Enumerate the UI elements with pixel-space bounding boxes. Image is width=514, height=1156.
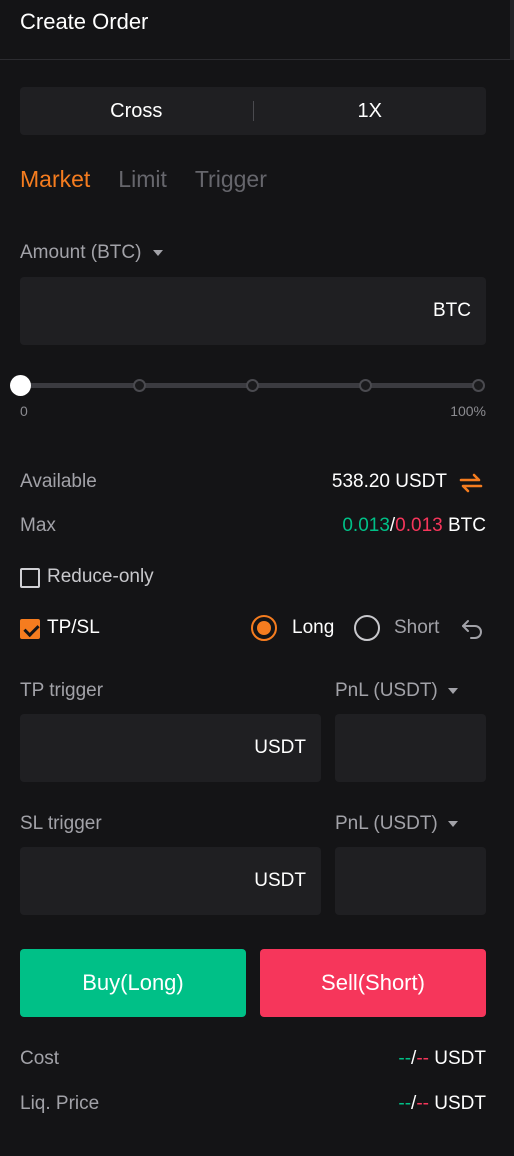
short-radio[interactable] xyxy=(354,615,380,641)
slider-mark-50[interactable] xyxy=(246,379,259,392)
margin-leverage-bar: Cross 1X xyxy=(20,87,486,135)
slider-max-label: 100% xyxy=(450,403,486,419)
max-label: Max xyxy=(20,515,56,536)
long-radio-label[interactable]: Long xyxy=(292,617,334,639)
order-type-tabs: Market Limit Trigger xyxy=(20,166,267,193)
max-unit: BTC xyxy=(448,515,486,536)
caret-down-icon xyxy=(153,250,164,256)
tp-pnl-input[interactable] xyxy=(335,714,486,782)
sl-trigger-unit: USDT xyxy=(254,870,306,891)
max-value: 0.013/0.013 BTC xyxy=(342,515,486,537)
reduce-only-label[interactable]: Reduce-only xyxy=(47,566,154,588)
leverage-button[interactable]: 1X xyxy=(254,100,487,123)
short-radio-label[interactable]: Short xyxy=(394,617,439,639)
undo-icon[interactable] xyxy=(460,616,484,640)
sl-pnl-input[interactable] xyxy=(335,847,486,915)
sl-pnl-selector[interactable]: PnL (USDT) xyxy=(335,813,458,835)
tp-trigger-input[interactable]: USDT xyxy=(20,714,321,782)
scroll-edge xyxy=(510,0,514,60)
tpsl-checkbox[interactable] xyxy=(20,619,40,639)
tpsl-label[interactable]: TP/SL xyxy=(47,617,100,639)
max-long-value: 0.013 xyxy=(342,515,390,536)
sl-pnl-label: PnL (USDT) xyxy=(335,813,438,834)
slider-mark-100[interactable] xyxy=(472,379,485,392)
available-label: Available xyxy=(20,471,97,492)
reduce-only-checkbox[interactable] xyxy=(20,568,40,588)
amount-input[interactable]: BTC xyxy=(20,277,486,345)
liq-unit: USDT xyxy=(434,1093,486,1114)
caret-down-icon xyxy=(447,821,458,827)
slider-mark-75[interactable] xyxy=(359,379,372,392)
liq-short-value: -- xyxy=(416,1093,429,1114)
liq-long-value: -- xyxy=(398,1093,412,1114)
sl-trigger-input[interactable]: USDT xyxy=(20,847,321,915)
slider-thumb[interactable] xyxy=(10,375,31,396)
liq-price-label: Liq. Price xyxy=(20,1093,100,1114)
cost-long-value: -- xyxy=(398,1048,412,1069)
slider-min-label: 0 xyxy=(20,403,28,419)
cost-label: Cost xyxy=(20,1048,60,1069)
cost-value: --/-- USDT xyxy=(398,1048,486,1070)
panel-header: Create Order xyxy=(0,0,514,60)
amount-label: Amount (BTC) xyxy=(20,242,142,263)
swap-arrows-icon[interactable] xyxy=(459,472,483,494)
liq-price-value: --/-- USDT xyxy=(398,1093,486,1115)
sell-short-button[interactable]: Sell(Short) xyxy=(260,949,486,1017)
slider-mark-25[interactable] xyxy=(133,379,146,392)
cost-short-value: -- xyxy=(416,1048,429,1069)
available-value: 538.20 USDT xyxy=(331,471,447,492)
tab-limit[interactable]: Limit xyxy=(118,166,167,193)
tab-market[interactable]: Market xyxy=(20,166,90,193)
panel-title: Create Order xyxy=(20,9,149,34)
amount-unit: BTC xyxy=(433,300,471,321)
max-short-value: 0.013 xyxy=(395,515,443,536)
caret-down-icon xyxy=(447,688,458,694)
amount-slider[interactable] xyxy=(10,374,486,398)
amount-unit-selector[interactable]: Amount (BTC) xyxy=(20,242,164,264)
sl-trigger-label: SL trigger xyxy=(20,813,102,834)
tp-pnl-selector[interactable]: PnL (USDT) xyxy=(335,680,458,702)
margin-mode-button[interactable]: Cross xyxy=(20,100,253,123)
tp-trigger-label: TP trigger xyxy=(20,680,104,701)
tp-pnl-label: PnL (USDT) xyxy=(335,680,438,701)
buy-long-button[interactable]: Buy(Long) xyxy=(20,949,246,1017)
cost-unit: USDT xyxy=(434,1048,486,1069)
long-radio[interactable] xyxy=(251,615,277,641)
tab-trigger[interactable]: Trigger xyxy=(195,166,267,193)
tp-trigger-unit: USDT xyxy=(254,737,306,758)
